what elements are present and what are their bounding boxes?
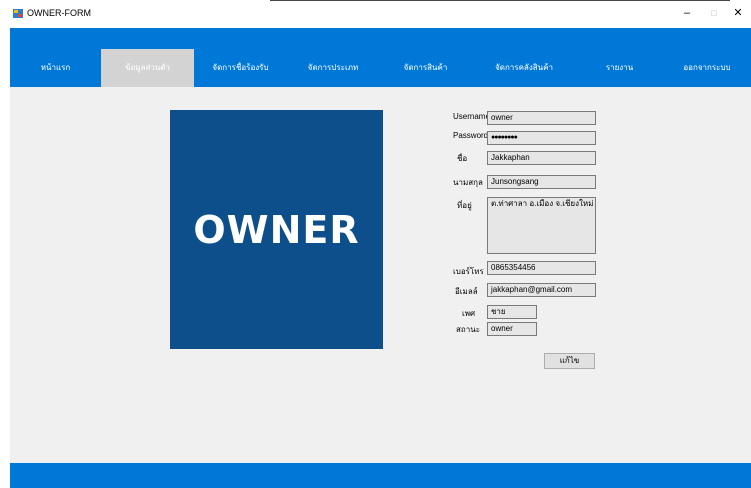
nav-item-profile[interactable]: ข้อมูลส่วนตัว (101, 49, 194, 87)
username-label: Username (453, 112, 490, 121)
password-field[interactable]: ●●●●●●●● (487, 131, 596, 145)
username-field[interactable]: owner (487, 111, 596, 125)
close-icon[interactable]: ✕ (727, 5, 749, 21)
gender-label: เพศ (462, 309, 476, 318)
minimize-icon[interactable]: – (676, 5, 698, 21)
status-label: สถานะ (456, 325, 480, 334)
title-bar-divider (270, 0, 730, 1)
nav-item-suppliers[interactable]: จัดการชื่อร้องรับ (194, 49, 287, 87)
status-field[interactable]: owner (487, 322, 537, 336)
maximize-icon[interactable]: □ (703, 5, 725, 21)
nav-item-categories[interactable]: จัดการประเภท (287, 49, 379, 87)
nav-item-reports[interactable]: รายงาน (576, 49, 663, 87)
nav-bar: หน้าแรก ข้อมูลส่วนตัว จัดการชื่อร้องรับ … (10, 49, 751, 87)
first-name-field[interactable]: Jakkaphan (487, 151, 596, 165)
nav-item-home[interactable]: หน้าแรก (10, 49, 101, 87)
gender-field[interactable]: ชาย (487, 305, 537, 319)
footer-band (10, 463, 751, 488)
app-icon (13, 9, 23, 18)
title-bar: OWNER-FORM – □ ✕ (0, 0, 751, 28)
logo-text: OWNER (193, 208, 360, 252)
window-title: OWNER-FORM (27, 8, 91, 18)
email-field[interactable]: jakkaphan@gmail.com (487, 283, 596, 297)
phone-field[interactable]: 0865354456 (487, 261, 596, 275)
phone-label: เบอร์โทร (453, 267, 484, 276)
last-name-label: นามสกุล (453, 178, 483, 187)
first-name-label: ชื่อ (457, 154, 468, 163)
email-label: อีเมลล์ (455, 287, 478, 296)
nav-item-products[interactable]: จัดการสินค้า (379, 49, 472, 87)
address-field[interactable]: ต.ท่าศาลา อ.เมือง จ.เชียงใหม่ (487, 197, 596, 254)
edit-button[interactable]: แก้ไข (544, 353, 595, 369)
owner-logo: OWNER (170, 110, 383, 349)
last-name-field[interactable]: Junsongsang (487, 175, 596, 189)
password-label: Password (453, 131, 489, 140)
header-band (10, 28, 751, 49)
nav-item-inventory[interactable]: จัดการคลังสินค้า (472, 49, 576, 87)
nav-item-logout[interactable]: ออกจากระบบ (663, 49, 751, 87)
address-label: ที่อยู่ (457, 201, 472, 210)
